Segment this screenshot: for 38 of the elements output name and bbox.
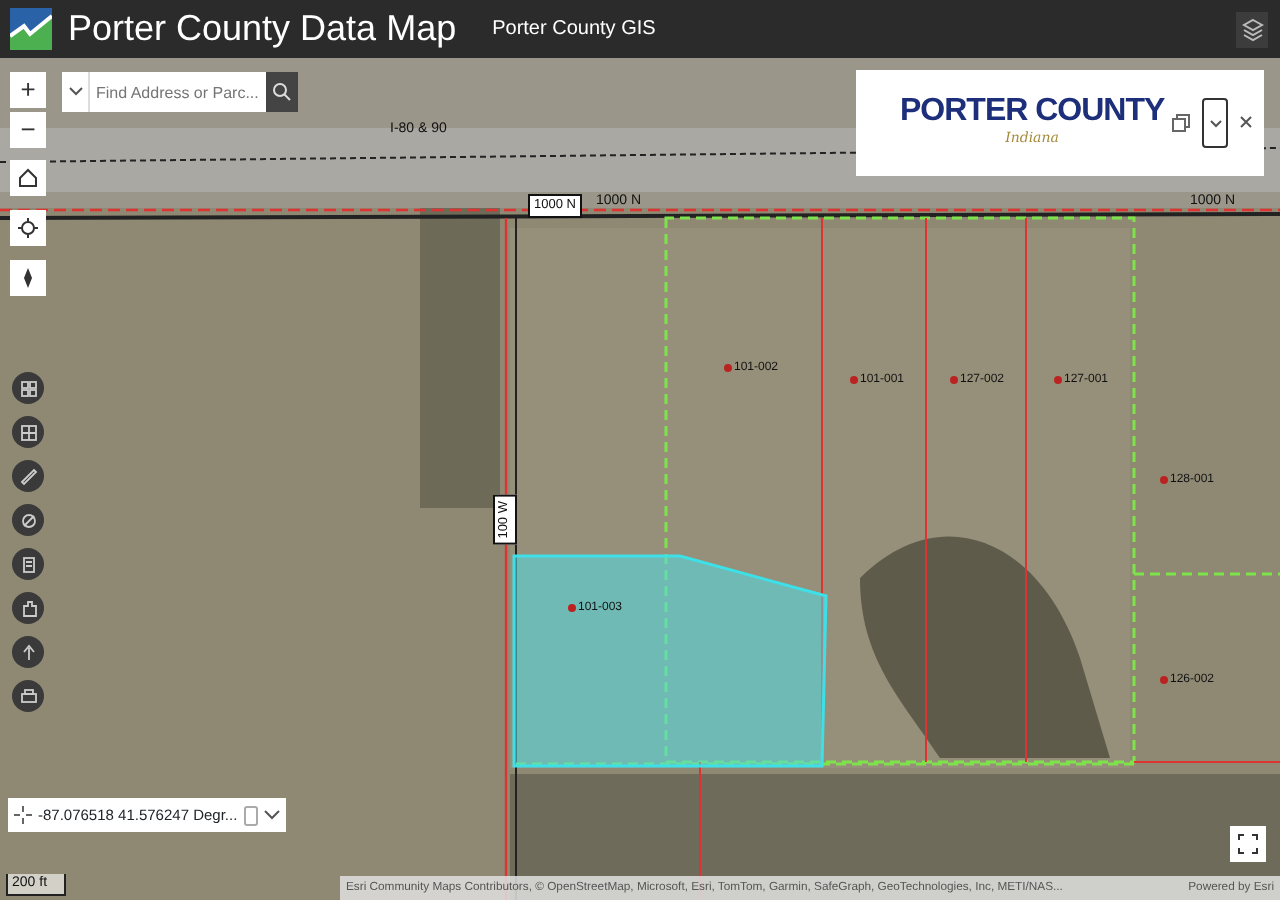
parcel-point-icon xyxy=(1054,376,1062,384)
home-icon xyxy=(16,166,40,190)
parcel-point-icon xyxy=(1160,676,1168,684)
restore-icon xyxy=(1172,113,1190,132)
close-icon xyxy=(1240,116,1252,129)
layers-icon xyxy=(1241,17,1263,41)
grid-icon xyxy=(19,379,37,397)
chevron-down-icon xyxy=(67,86,83,98)
fullscreen-icon xyxy=(1238,834,1258,854)
zoom-out-button[interactable]: − xyxy=(10,112,46,148)
chevron-down-icon xyxy=(1209,119,1221,127)
search-source-dropdown[interactable] xyxy=(62,72,90,112)
compass-button[interactable] xyxy=(10,260,46,296)
dropdown-icon[interactable] xyxy=(263,810,280,820)
parcel-point-icon xyxy=(1160,476,1168,484)
print-icon xyxy=(19,687,37,705)
parcel-point-icon xyxy=(568,604,576,612)
crosshair-icon[interactable] xyxy=(14,806,32,824)
ruler-icon xyxy=(19,467,37,485)
share-icon xyxy=(19,643,37,661)
parcel-point-icon xyxy=(850,376,858,384)
collapse-button[interactable] xyxy=(1202,98,1228,148)
search-button[interactable] xyxy=(266,72,298,112)
layers-button[interactable] xyxy=(1236,11,1268,47)
home-button[interactable] xyxy=(10,160,46,196)
fullscreen-button[interactable] xyxy=(1230,826,1266,862)
app-title: Porter County Data Map xyxy=(68,6,457,52)
zoom-in-button[interactable]: + xyxy=(10,72,46,108)
parcel-point-icon xyxy=(950,376,958,384)
county-logo-text: PORTER COUNTY xyxy=(900,96,1164,129)
locate-button[interactable] xyxy=(10,210,46,246)
app-logo-icon xyxy=(10,8,52,50)
app-subtitle: Porter County GIS xyxy=(492,16,656,44)
parcel-point-icon xyxy=(724,364,732,372)
search-icon xyxy=(272,82,292,102)
locate-icon xyxy=(16,216,40,240)
search-field[interactable]: Find Address or Parc... xyxy=(90,72,266,112)
document-icon xyxy=(19,555,37,573)
